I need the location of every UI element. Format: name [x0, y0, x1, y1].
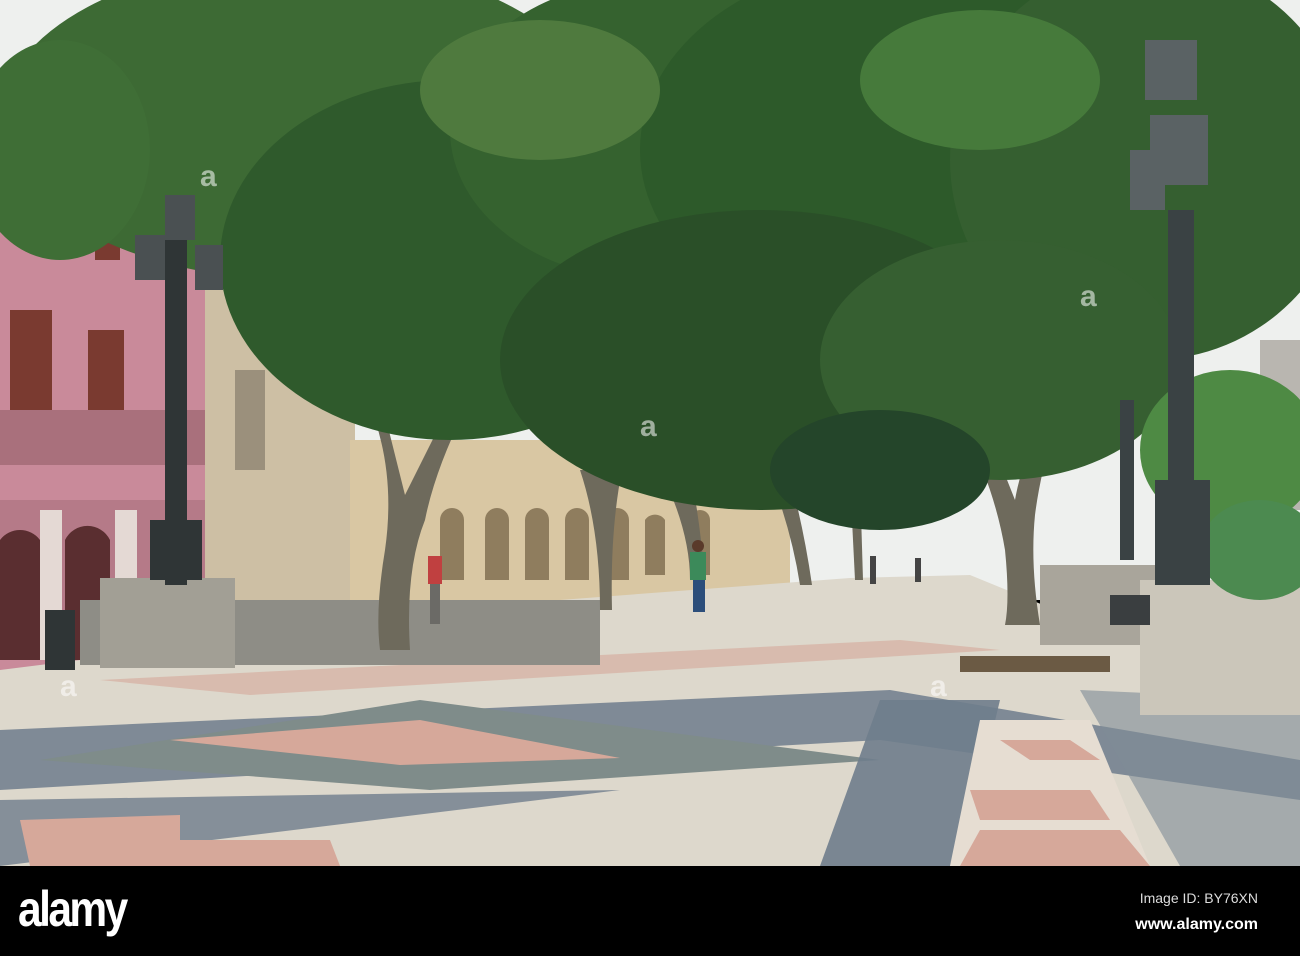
watermark-mark: a	[930, 670, 947, 703]
alamy-logo: alamy	[18, 881, 128, 937]
stone-pedestal-left	[100, 578, 235, 668]
watermark-mark: a	[200, 160, 217, 193]
site-url: www.alamy.com	[1135, 916, 1258, 933]
watermark-mark: a	[640, 410, 657, 443]
watermark-mark: a	[1080, 280, 1097, 313]
stock-photo: a a a a a alamy Image ID: BY76XN www.ala…	[0, 0, 1300, 956]
image-id: Image ID: BY76XN	[1139, 890, 1258, 906]
footer-bar: alamy Image ID: BY76XN www.alamy.com	[0, 866, 1300, 956]
watermark-mark: a	[60, 670, 77, 703]
